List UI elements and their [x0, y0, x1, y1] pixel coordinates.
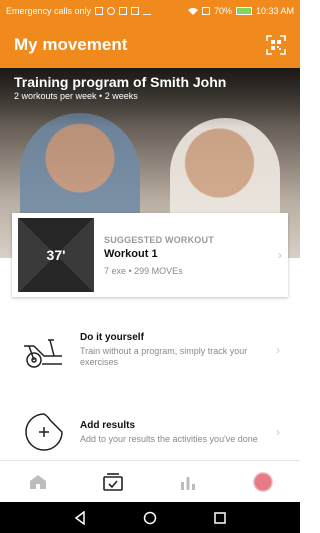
workout-meta: 7 exe • 299 MOVEs: [104, 265, 183, 276]
tab-profile[interactable]: [225, 461, 300, 503]
tab-workout[interactable]: [75, 461, 150, 503]
tab-home[interactable]: [0, 461, 75, 503]
system-nav-bar: [0, 502, 300, 533]
exercise-bike-icon: [24, 339, 62, 368]
back-icon: [74, 510, 85, 525]
home-icon: [29, 475, 46, 489]
battery-icon: [235, 7, 252, 15]
add-results-desc: Add to your results the activities you'v…: [80, 433, 258, 444]
wifi-icon: [187, 8, 198, 15]
recents-icon: [214, 511, 226, 524]
carrier-text: Emergency calls only: [6, 6, 92, 16]
suggested-workout-card[interactable]: 37' SUGGESTED WORKOUT Workout 1 7 exe • …: [12, 213, 288, 297]
program-title: Training program of Smith John: [14, 74, 227, 90]
do-it-yourself-item[interactable]: Do it yourself Train without a program, …: [0, 315, 300, 385]
add-circle-icon: [25, 413, 63, 451]
qr-scan-icon: [266, 35, 286, 55]
suggested-workout-label: SUGGESTED WORKOUT: [104, 234, 214, 245]
add-results-item[interactable]: Add results Add to your results the acti…: [0, 397, 300, 467]
workout-thumbnail: 37': [18, 218, 94, 292]
workout-duration: 37': [46, 247, 66, 263]
usb-icon: [95, 7, 104, 15]
back-button[interactable]: [72, 510, 88, 526]
app-bar: My movement: [0, 22, 300, 68]
sim-icon: [201, 7, 210, 15]
workout-icon: [102, 473, 123, 491]
do-it-yourself-desc: Train without a program, simply track yo…: [80, 346, 248, 367]
battery-percent: 70%: [213, 6, 232, 16]
workout-name: Workout 1: [104, 247, 158, 260]
status-bar: Emergency calls only 70% 10:33 AM: [0, 0, 300, 22]
chevron-right-icon: ›: [276, 425, 280, 439]
page-title: My movement: [14, 35, 128, 54]
add-results-title: Add results: [80, 419, 136, 431]
chevron-right-icon: ›: [276, 343, 280, 357]
program-subtitle: 2 workouts per week • 2 weeks: [14, 91, 138, 101]
download-icon: [143, 7, 152, 15]
chevron-right-icon: ›: [278, 248, 282, 262]
cloud-icon: [107, 7, 116, 15]
photo-icon: [119, 7, 128, 15]
circle-home-icon: [143, 511, 157, 524]
tab-stats[interactable]: [150, 461, 225, 503]
do-it-yourself-title: Do it yourself: [80, 332, 144, 343]
bottom-tab-bar: [0, 460, 300, 503]
mail-icon: [131, 7, 140, 15]
qr-scan-button[interactable]: [266, 35, 286, 55]
bar-chart-icon: [180, 477, 195, 490]
home-button[interactable]: [142, 510, 158, 526]
recents-button[interactable]: [212, 510, 228, 526]
profile-icon: [252, 472, 273, 492]
clock: 10:33 AM: [255, 6, 294, 16]
